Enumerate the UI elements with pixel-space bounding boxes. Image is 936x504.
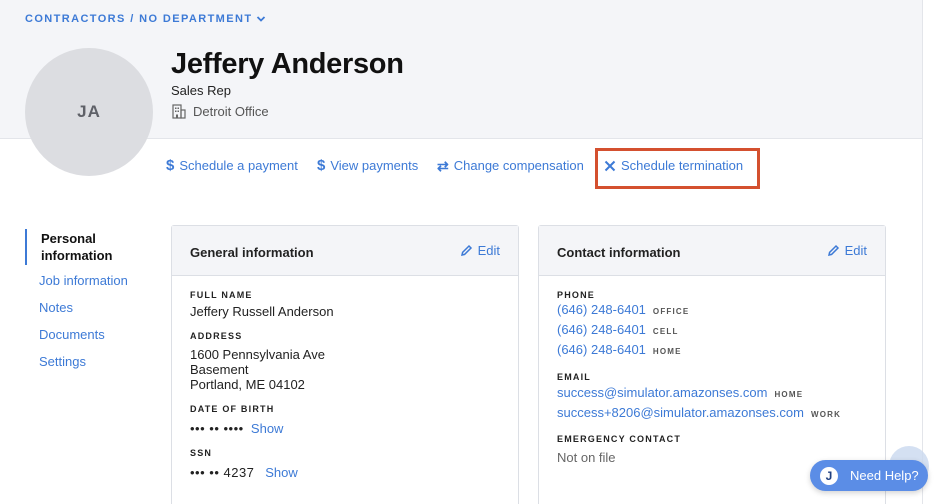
- employee-name: Jeffery Anderson: [171, 48, 404, 80]
- email-type-tag: WORK: [810, 410, 842, 419]
- phone-number-link[interactable]: (646) 248-6401: [557, 322, 646, 337]
- email-row: success+8206@simulator.amazonses.com WOR…: [557, 405, 867, 425]
- ssn-label: SSN: [190, 448, 213, 458]
- view-payments-link[interactable]: $ View payments: [317, 158, 418, 173]
- full-name-label: FULL NAME: [190, 290, 253, 300]
- breadcrumb[interactable]: CONTRACTORS / NO DEPARTMENT: [25, 13, 266, 25]
- pencil-icon: [827, 244, 839, 257]
- sidenav-item-job-information[interactable]: Job information: [25, 273, 155, 288]
- card-title: General information: [190, 245, 314, 260]
- help-avatar-icon: J: [820, 466, 838, 485]
- email-label: EMAIL: [557, 372, 591, 382]
- swap-arrows-icon: ⇄: [437, 157, 449, 174]
- card-title: Contact information: [557, 245, 681, 260]
- dob-label: DATE OF BIRTH: [190, 404, 275, 414]
- ssn-masked-value: ••• •• 4237: [190, 465, 255, 480]
- address-line-3: Portland, ME 04102: [190, 377, 305, 392]
- sidenav-item-settings[interactable]: Settings: [25, 354, 155, 369]
- phone-row: (646) 248-6401 HOME: [557, 342, 867, 362]
- view-payments-label: View payments: [330, 158, 419, 173]
- sidenav-item-documents[interactable]: Documents: [25, 327, 155, 342]
- need-help-button[interactable]: J Need Help?: [810, 460, 928, 491]
- phone-type-tag: OFFICE: [652, 307, 690, 316]
- sidenav-item-label: Personal information: [41, 231, 113, 263]
- full-name-value: Jeffery Russell Anderson: [190, 304, 334, 319]
- dollar-icon: $: [317, 157, 326, 174]
- employee-title: Sales Rep: [171, 83, 231, 98]
- email-row: success@simulator.amazonses.com HOME: [557, 385, 867, 405]
- card-header: Contact information Edit: [539, 226, 885, 276]
- email-address-link[interactable]: success@simulator.amazonses.com: [557, 385, 767, 400]
- phone-type-tag: HOME: [652, 347, 682, 356]
- avatar-initials: JA: [77, 102, 101, 121]
- office-label: Detroit Office: [193, 104, 269, 119]
- dollar-icon: $: [166, 157, 175, 174]
- chevron-down-icon: [257, 16, 266, 22]
- scrollbar[interactable]: [922, 0, 936, 504]
- phone-number-link[interactable]: (646) 248-6401: [557, 302, 646, 317]
- edit-label: Edit: [844, 243, 867, 258]
- edit-label: Edit: [477, 243, 500, 258]
- schedule-payment-link[interactable]: $ Schedule a payment: [166, 158, 298, 173]
- card-body: PHONE (646) 248-6401 OFFICE (646) 248-64…: [539, 276, 885, 465]
- change-compensation-link[interactable]: ⇄ Change compensation: [437, 158, 584, 173]
- ssn-show-link[interactable]: Show: [265, 465, 298, 480]
- phone-number-link[interactable]: (646) 248-6401: [557, 342, 646, 357]
- dob-masked-value: ••• •• ••••: [190, 421, 244, 436]
- phone-row: (646) 248-6401 OFFICE: [557, 302, 867, 322]
- office-location: Detroit Office: [172, 104, 269, 119]
- emergency-contact-label: EMERGENCY CONTACT: [557, 434, 682, 444]
- building-icon: [172, 104, 186, 119]
- phone-label: PHONE: [557, 290, 596, 300]
- edit-general-button[interactable]: Edit: [460, 243, 500, 258]
- general-information-card: General information Edit FULL NAME Jeffe…: [171, 225, 519, 504]
- email-type-tag: HOME: [774, 390, 804, 399]
- phone-type-tag: CELL: [652, 327, 679, 336]
- email-address-link[interactable]: success+8206@simulator.amazonses.com: [557, 405, 804, 420]
- dob-show-link[interactable]: Show: [251, 421, 284, 436]
- address-line-1: 1600 Pennsylvania Ave: [190, 347, 325, 362]
- card-header: General information Edit: [172, 226, 518, 276]
- card-body: FULL NAME Jeffery Russell Anderson ADDRE…: [172, 276, 518, 480]
- avatar: JA: [25, 48, 153, 176]
- need-help-label: Need Help?: [850, 468, 919, 483]
- termination-highlight-box: [595, 148, 760, 189]
- sidenav-item-personal-information[interactable]: Personal information: [25, 229, 155, 265]
- address-label: ADDRESS: [190, 331, 243, 341]
- change-compensation-label: Change compensation: [453, 158, 584, 173]
- phone-row: (646) 248-6401 CELL: [557, 322, 867, 342]
- pencil-icon: [460, 244, 472, 257]
- ssn-row: ••• •• 4237 Show: [190, 465, 500, 480]
- breadcrumb-label: CONTRACTORS / NO DEPARTMENT: [25, 13, 253, 25]
- dob-row: ••• •• •••• Show: [190, 421, 500, 436]
- profile-sidenav: Personal information Job information Note…: [25, 229, 155, 369]
- address-line-2: Basement: [190, 362, 249, 377]
- schedule-payment-label: Schedule a payment: [179, 158, 298, 173]
- sidenav-item-notes[interactable]: Notes: [25, 300, 155, 315]
- edit-contact-button[interactable]: Edit: [827, 243, 867, 258]
